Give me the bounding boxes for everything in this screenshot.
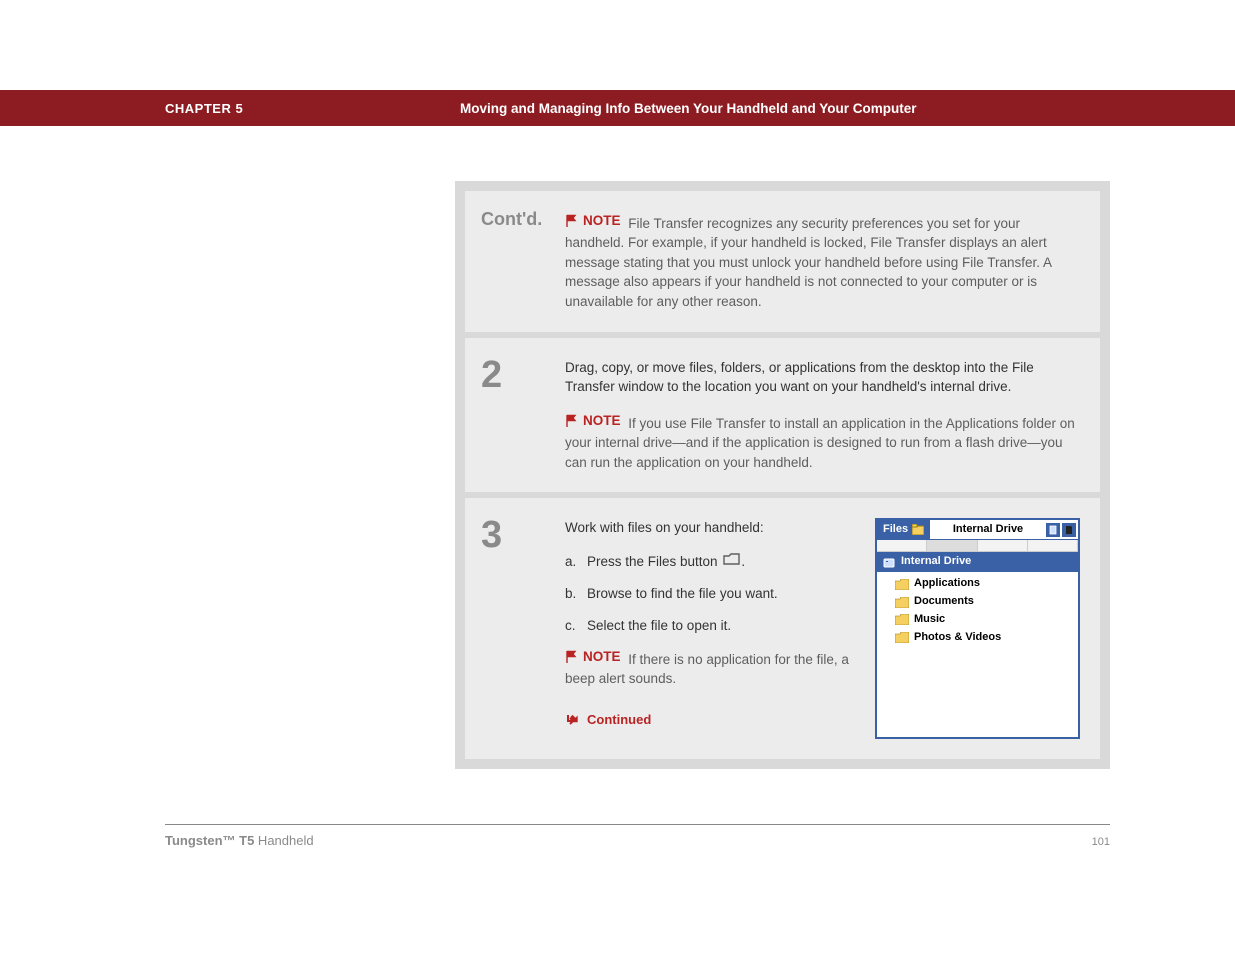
step3-item-c: c. Select the file to open it. bbox=[565, 616, 851, 636]
pda-tabs bbox=[877, 540, 1078, 552]
pda-folder-item[interactable]: Applications bbox=[895, 575, 1070, 593]
pda-app-name[interactable]: Files bbox=[877, 520, 930, 539]
step2-intro: Drag, copy, or move files, folders, or a… bbox=[565, 358, 1080, 397]
chapter-title: Moving and Managing Info Between Your Ha… bbox=[460, 101, 917, 116]
step-3: 3 Work with files on your handheld: a. P… bbox=[465, 498, 1100, 759]
step3-item-a: a. Press the Files button . bbox=[565, 552, 851, 572]
pda-folder-item[interactable]: Music bbox=[895, 611, 1070, 629]
step-contd: Cont'd. NOTE File Transfer recognizes an… bbox=[465, 191, 1100, 332]
folder-icon bbox=[895, 614, 909, 625]
note-text: If you use File Transfer to install an a… bbox=[565, 416, 1075, 470]
page-footer: Tungsten™ T5 Handheld 101 bbox=[165, 824, 1110, 848]
folder-icon bbox=[895, 632, 909, 643]
note-label: NOTE bbox=[583, 647, 621, 667]
note-flag: NOTE bbox=[565, 647, 621, 667]
folder-icon bbox=[895, 597, 909, 608]
step3-item-b: b. Browse to find the file you want. bbox=[565, 584, 851, 604]
note-text: File Transfer recognizes any security pr… bbox=[565, 216, 1051, 309]
files-app-icon bbox=[912, 524, 924, 535]
pda-sd-icon[interactable] bbox=[1062, 523, 1076, 537]
note-flag: NOTE bbox=[565, 211, 621, 231]
pda-titlebar: Files Internal Drive bbox=[877, 520, 1078, 540]
note-label: NOTE bbox=[583, 211, 621, 231]
continued-arrow-icon bbox=[567, 713, 581, 727]
marker-a: a. bbox=[565, 552, 587, 572]
flag-icon bbox=[565, 414, 579, 428]
flag-icon bbox=[565, 214, 579, 228]
marker-b: b. bbox=[565, 584, 587, 604]
pda-card-icon[interactable] bbox=[1046, 523, 1060, 537]
pda-breadcrumb[interactable]: Internal Drive bbox=[877, 552, 1078, 572]
files-button-icon bbox=[723, 552, 741, 572]
marker-c: c. bbox=[565, 616, 587, 636]
handheld-files-window: Files Internal Drive bbox=[875, 518, 1080, 739]
continued-label: Continued bbox=[587, 711, 651, 730]
continued-link[interactable]: Continued bbox=[565, 711, 651, 730]
step3-b-text: Browse to find the file you want. bbox=[587, 584, 778, 604]
pda-folder-list: Applications Documents Music bbox=[877, 572, 1078, 737]
drive-icon bbox=[883, 557, 895, 568]
step3-a-tail: . bbox=[741, 554, 745, 569]
chapter-header: CHAPTER 5 Moving and Managing Info Betwe… bbox=[0, 90, 1235, 126]
step-number-3: 3 bbox=[481, 514, 502, 556]
page-number: 101 bbox=[1092, 836, 1110, 848]
pda-folder-item[interactable]: Photos & Videos bbox=[895, 629, 1070, 647]
note-label: NOTE bbox=[583, 411, 621, 431]
steps-container: Cont'd. NOTE File Transfer recognizes an… bbox=[455, 181, 1110, 769]
flag-icon bbox=[565, 650, 579, 664]
folder-icon bbox=[895, 579, 909, 590]
note-flag: NOTE bbox=[565, 411, 621, 431]
step-label-contd: Cont'd. bbox=[481, 209, 542, 229]
step3-a-text: Press the Files button bbox=[587, 554, 721, 569]
pda-folder-item[interactable]: Documents bbox=[895, 593, 1070, 611]
chapter-label: CHAPTER 5 bbox=[165, 101, 460, 116]
footer-product: Tungsten™ T5 Handheld bbox=[165, 833, 314, 848]
step-number-2: 2 bbox=[481, 354, 502, 396]
step3-c-text: Select the file to open it. bbox=[587, 616, 731, 636]
step3-intro: Work with files on your handheld: bbox=[565, 518, 851, 538]
step-2: 2 Drag, copy, or move files, folders, or… bbox=[465, 338, 1100, 493]
pda-drive-label: Internal Drive bbox=[930, 522, 1046, 538]
